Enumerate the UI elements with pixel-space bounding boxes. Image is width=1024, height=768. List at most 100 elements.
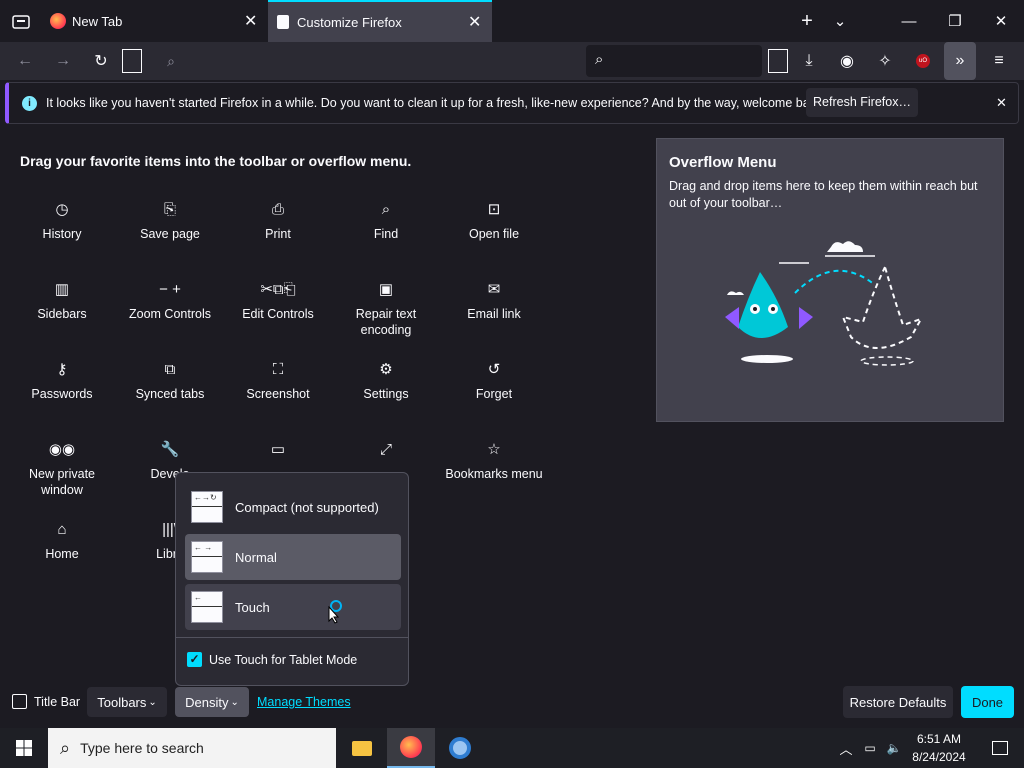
restore-button[interactable]: ❐ — [932, 0, 978, 42]
overflow-panel[interactable]: Overflow Menu Drag and drop items here t… — [656, 138, 1004, 422]
start-button[interactable] — [0, 728, 48, 768]
checkbox-checked-icon[interactable]: ✓ — [187, 652, 202, 667]
bookmarks-menu-icon: ☆ — [487, 441, 501, 458]
tab-new-tab[interactable]: New Tab ✕ — [44, 0, 266, 42]
touch-tablet-checkbox-row[interactable]: ✓ Use Touch for Tablet Mode — [187, 652, 357, 667]
palette-item[interactable]: ⤢ — [332, 440, 440, 466]
account-button[interactable]: ◉ — [831, 42, 863, 80]
clock[interactable]: 6:51 AM 8/24/2024 — [905, 730, 973, 766]
refresh-firefox-button[interactable]: Refresh Firefox… — [806, 88, 918, 117]
forget-icon: ↺ — [487, 361, 501, 378]
tab-customize-firefox[interactable]: Customize Firefox ✕ — [268, 0, 492, 42]
hamburger-menu-icon: ≡ — [994, 52, 1004, 69]
close-window-button[interactable]: ✕ — [978, 0, 1024, 42]
palette-item[interactable]: − + Zoom Controls — [116, 280, 224, 322]
palette-item-label: Print — [265, 227, 291, 241]
clock-time: 6:51 AM — [916, 732, 962, 746]
taskbar-app-button[interactable] — [436, 728, 484, 768]
tab-strip: New Tab ✕ Customize Firefox ✕ + ⌄ — ❐ ✕ — [0, 0, 1024, 42]
search-icon: ⌕ — [167, 52, 175, 69]
close-icon[interactable]: ✕ — [996, 95, 1007, 111]
density-option-label: Touch — [235, 599, 270, 615]
density-normal-option[interactable]: ← → Normal — [185, 534, 401, 580]
volume-button[interactable]: 🔈 — [883, 728, 905, 768]
forward-button[interactable]: → — [47, 42, 79, 80]
notification-message: It looks like you haven't started Firefo… — [46, 96, 826, 110]
title-bar-checkbox-row[interactable]: Title Bar — [12, 694, 80, 709]
folder-icon — [352, 740, 372, 756]
palette-item[interactable]: ⚙ Settings — [332, 360, 440, 402]
tab-list-icon — [12, 15, 30, 29]
taskbar-firefox-button[interactable] — [387, 728, 435, 768]
manage-themes-link[interactable]: Manage Themes — [257, 695, 351, 709]
palette-item-label: Find — [373, 227, 399, 241]
palette-item-label: History — [42, 227, 82, 241]
density-button[interactable]: Density ⌄ — [175, 687, 249, 717]
mouse-pointer-icon — [328, 606, 340, 624]
palette-item[interactable]: ⊡ Open file — [440, 200, 548, 242]
checkbox-unchecked-icon[interactable] — [12, 694, 27, 709]
tab-label: Customize Firefox — [297, 14, 402, 30]
palette-item[interactable]: ⧉ Synced tabs — [116, 360, 224, 402]
file-explorer-button[interactable] — [338, 728, 386, 768]
close-icon[interactable]: ✕ — [244, 11, 257, 31]
taskbar-search-placeholder: Type here to search — [80, 740, 204, 756]
notification-bar: i It looks like you haven't started Fire… — [5, 82, 1019, 124]
private-mask-icon: ◉◉ — [48, 441, 76, 458]
title-bar-label: Title Bar — [34, 694, 81, 709]
palette-item-label: New private window — [29, 467, 95, 497]
notification-icon — [992, 741, 1008, 755]
customize-content: Drag your favorite items into the toolba… — [0, 126, 1024, 728]
palette-item[interactable]: ✂⧉⎗ Edit Controls — [224, 280, 332, 322]
palette-item[interactable]: ⛶ Screenshot — [224, 360, 332, 402]
density-label: Density — [185, 694, 229, 710]
palette-item[interactable]: ▭ — [224, 440, 332, 466]
toolbars-button[interactable]: Toolbars ⌄ — [87, 687, 167, 717]
close-icon[interactable]: ✕ — [468, 12, 481, 32]
restore-defaults-button[interactable]: Restore Defaults — [843, 686, 953, 718]
density-touch-icon: ← — [191, 591, 223, 623]
palette-item[interactable]: ◉◉ New private window — [8, 440, 116, 498]
screenshot-icon: ⛶ — [272, 361, 284, 378]
overflow-description: Drag and drop items here to keep them wi… — [669, 179, 978, 210]
flexible-space-placeholder[interactable] — [122, 49, 142, 73]
palette-item[interactable]: ▥ Sidebars — [8, 280, 116, 322]
palette-item[interactable]: ⌂ Home — [8, 520, 116, 562]
downloads-button[interactable]: ⤓ — [793, 42, 825, 80]
wrench-icon: 🔧 — [160, 441, 180, 458]
email-icon: ✉ — [487, 281, 501, 298]
reload-button[interactable]: ↻ — [85, 42, 117, 80]
done-button[interactable]: Done — [961, 686, 1014, 718]
palette-item[interactable]: ✉ Email link — [440, 280, 548, 322]
flexible-space-placeholder[interactable] — [768, 49, 788, 73]
palette-item[interactable]: ⚷ Passwords — [8, 360, 116, 402]
ublock-button[interactable]: uO — [907, 42, 939, 80]
extensions-button[interactable]: ✧ — [869, 42, 901, 80]
urlbar-search[interactable]: ⌕ — [155, 42, 187, 80]
palette-item[interactable]: ◷ History — [8, 200, 116, 242]
app-menu-button[interactable]: ≡ — [983, 42, 1015, 80]
list-all-tabs-button[interactable]: ⌄ — [817, 0, 863, 42]
chevron-down-icon: ⌄ — [148, 696, 157, 708]
network-button[interactable]: ▭ — [859, 728, 881, 768]
divider — [176, 637, 408, 638]
search-bar[interactable]: ⌕ — [586, 45, 762, 77]
palette-item[interactable]: ↺ Forget — [440, 360, 548, 402]
palette-item[interactable]: ▣ Repair text encoding — [332, 280, 440, 338]
reload-icon: ↻ — [94, 53, 108, 70]
palette-item[interactable]: ☆ Bookmarks menu — [440, 440, 548, 482]
palette-item[interactable]: ⎘ Save page — [116, 200, 224, 242]
overflow-menu-button[interactable]: » — [944, 42, 976, 80]
density-compact-option[interactable]: ←→↻ Compact (not supported) — [185, 484, 401, 530]
restore-icon: ❐ — [948, 13, 962, 30]
taskbar-search[interactable]: ⌕ Type here to search — [48, 728, 336, 768]
back-button[interactable]: ← — [9, 42, 41, 80]
notifications-button[interactable] — [976, 728, 1024, 768]
minimize-button[interactable]: — — [886, 0, 932, 42]
show-hidden-icons-button[interactable]: ︿ — [835, 728, 857, 768]
density-touch-option[interactable]: ← Touch — [185, 584, 401, 630]
tab-list-button[interactable] — [0, 0, 42, 42]
palette-item[interactable]: ⌕ Find — [332, 200, 440, 242]
open-file-icon: ⊡ — [487, 201, 501, 218]
palette-item[interactable]: ⎙ Print — [224, 200, 332, 242]
